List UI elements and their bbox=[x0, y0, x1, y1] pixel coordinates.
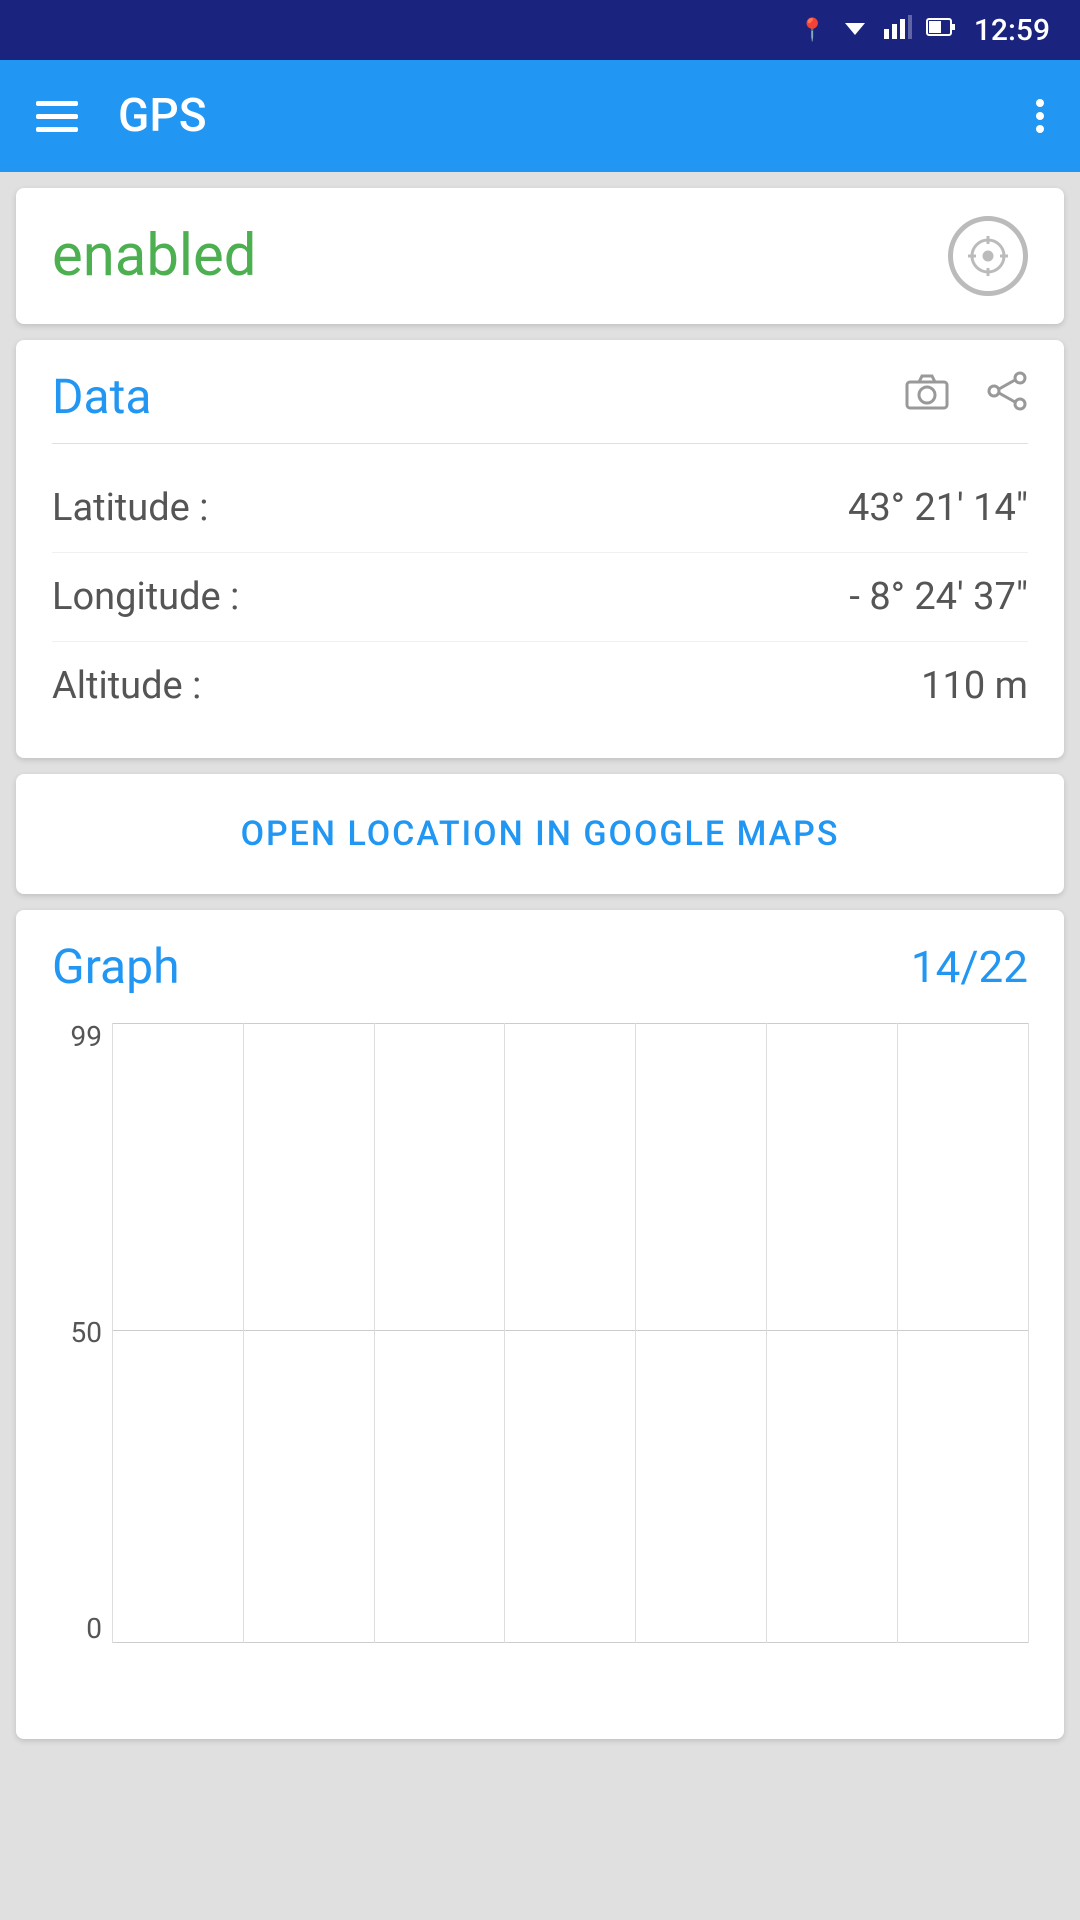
maps-card[interactable]: OPEN LOCATION IN GOOGLE MAPS bbox=[16, 774, 1064, 894]
battery-icon bbox=[926, 15, 956, 45]
app-title: GPS bbox=[118, 89, 996, 143]
app-bar: GPS bbox=[0, 60, 1080, 172]
location-icon: 📍 bbox=[798, 18, 825, 43]
altitude-label: Altitude : bbox=[52, 664, 201, 708]
chart-inner bbox=[112, 1023, 1028, 1643]
gps-signal-icon bbox=[948, 216, 1028, 296]
latitude-value: 43° 21' 14" bbox=[848, 486, 1028, 530]
altitude-value: 110 m bbox=[921, 664, 1028, 708]
y-max-label: 99 bbox=[71, 1023, 102, 1051]
y-axis-labels: 99 50 0 bbox=[52, 1023, 112, 1643]
share-button[interactable] bbox=[986, 370, 1028, 423]
data-card: Data bbox=[16, 340, 1064, 758]
status-icons: 📍 bbox=[798, 15, 955, 45]
enabled-card: enabled bbox=[16, 188, 1064, 324]
longitude-row: Longitude : - 8° 24' 37" bbox=[52, 553, 1028, 642]
menu-button[interactable] bbox=[36, 101, 78, 132]
graph-title: Graph bbox=[52, 938, 180, 995]
y-min-label: 0 bbox=[86, 1615, 102, 1643]
open-maps-button[interactable]: OPEN LOCATION IN GOOGLE MAPS bbox=[241, 814, 840, 854]
longitude-value: - 8° 24' 37" bbox=[849, 575, 1028, 619]
camera-button[interactable] bbox=[904, 372, 950, 421]
latitude-label: Latitude : bbox=[52, 486, 208, 530]
enabled-status: enabled bbox=[52, 222, 256, 290]
more-options-button[interactable] bbox=[1036, 99, 1044, 133]
status-time: 12:59 bbox=[974, 13, 1050, 48]
bars-area bbox=[112, 1023, 1028, 1643]
data-section-title: Data bbox=[52, 368, 151, 425]
y-mid-label: 50 bbox=[71, 1319, 102, 1347]
altitude-row: Altitude : 110 m bbox=[52, 642, 1028, 730]
graph-card: Graph 14/22 99 50 0 bbox=[16, 910, 1064, 1739]
status-bar: 📍 12:59 bbox=[0, 0, 1080, 60]
data-actions bbox=[904, 370, 1028, 423]
longitude-label: Longitude : bbox=[52, 575, 239, 619]
chart-container: 99 50 0 bbox=[52, 1023, 1028, 1703]
graph-header: Graph 14/22 bbox=[52, 938, 1028, 995]
data-card-header: Data bbox=[52, 368, 1028, 444]
latitude-row: Latitude : 43° 21' 14" bbox=[52, 464, 1028, 553]
graph-counter: 14/22 bbox=[911, 941, 1028, 993]
data-rows: Latitude : 43° 21' 14" Longitude : - 8° … bbox=[52, 464, 1028, 730]
wifi-icon bbox=[840, 15, 870, 45]
main-content: enabled Data bbox=[0, 172, 1080, 1755]
signal-icon bbox=[884, 15, 912, 45]
